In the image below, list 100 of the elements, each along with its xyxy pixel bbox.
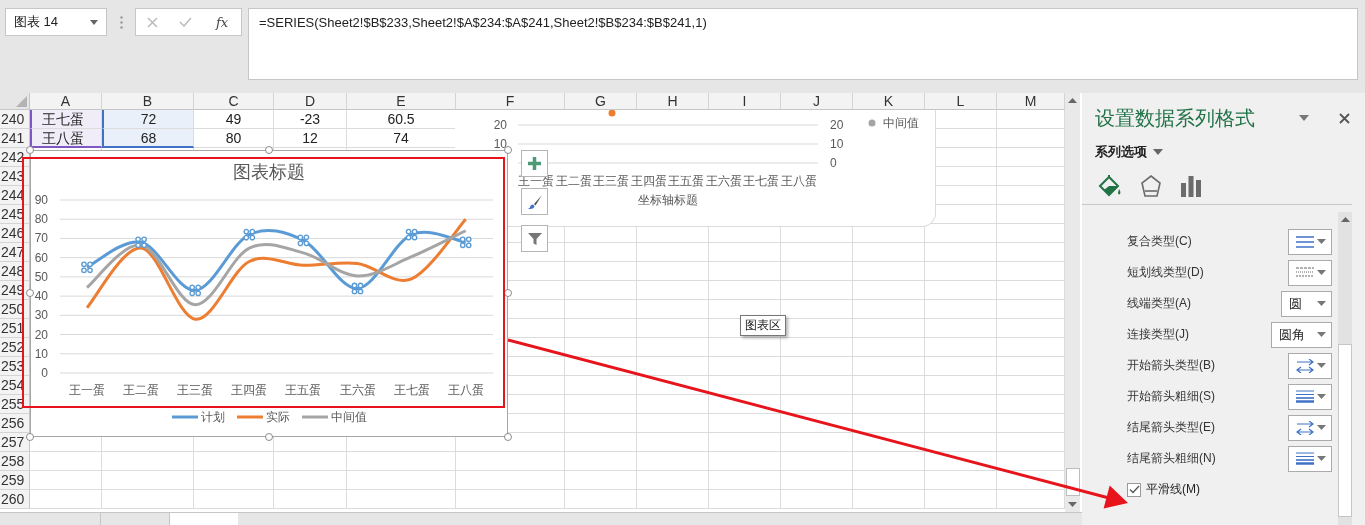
caret-icon[interactable]: [1153, 149, 1163, 155]
caret-icon: [1317, 456, 1326, 461]
option-dropdown[interactable]: 圆角: [1271, 321, 1332, 348]
format-tab[interactable]: [1098, 173, 1122, 199]
pane-title: 设置数据系列格式: [1095, 105, 1256, 131]
more-icon[interactable]: [120, 16, 123, 29]
point-marker[interactable]: [405, 228, 418, 241]
row-header[interactable]: 242: [0, 148, 30, 167]
axis-label: 90: [34, 193, 48, 207]
point-marker[interactable]: [297, 234, 310, 247]
format-tab[interactable]: [1140, 173, 1162, 199]
row-header[interactable]: 256: [0, 414, 30, 433]
row-header[interactable]: 240: [0, 110, 30, 129]
table-cell: 72: [102, 110, 194, 129]
scroll-down-icon[interactable]: [1068, 502, 1077, 507]
column-header[interactable]: E: [347, 93, 456, 110]
series-line[interactable]: [85, 229, 467, 307]
axis-label: 10: [34, 346, 48, 361]
resize-handle[interactable]: [504, 289, 512, 297]
option-dropdown[interactable]: [1288, 383, 1332, 410]
option-dropdown[interactable]: 圆: [1281, 290, 1332, 317]
table-cell: 王八蛋: [30, 129, 102, 148]
option-dropdown[interactable]: [1288, 414, 1332, 441]
column-header[interactable]: J: [781, 93, 853, 110]
category-label: 王八蛋: [447, 383, 484, 397]
point-marker[interactable]: [351, 282, 364, 295]
row-header[interactable]: 259: [0, 471, 30, 490]
checkbox[interactable]: [1127, 482, 1141, 497]
category-label: 王三蛋: [177, 383, 214, 397]
arrows-icon: [1296, 420, 1314, 435]
table-cell: 80: [194, 129, 274, 148]
scroll-up-icon[interactable]: [1068, 98, 1077, 103]
option-dropdown[interactable]: [1288, 259, 1332, 286]
column-header[interactable]: I: [709, 93, 781, 110]
formula-bar[interactable]: =SERIES(Sheet2!$B$233,Sheet2!$A$234:$A$241,Sheet2!$B$234:$B$241,1): [248, 8, 1358, 80]
resize-handle[interactable]: [26, 146, 34, 154]
axis-title: 坐标轴标题: [638, 193, 698, 207]
column-header[interactable]: L: [925, 93, 997, 110]
point-marker[interactable]: [243, 228, 256, 241]
caret-icon: [1317, 239, 1326, 244]
series-line[interactable]: [85, 218, 467, 321]
point-marker[interactable]: [81, 261, 93, 274]
caret-icon[interactable]: [1299, 115, 1309, 121]
checkbox-label[interactable]: 平滑线(M): [1146, 481, 1200, 498]
series-line[interactable]: [86, 229, 467, 292]
option-label: 复合类型(C): [1127, 233, 1192, 250]
filter-icon: [526, 230, 543, 247]
name-box[interactable]: 图表 14: [5, 8, 107, 36]
row-header[interactable]: 241: [0, 129, 30, 148]
axis-label: 80: [34, 212, 48, 227]
check-icon[interactable]: [179, 17, 193, 27]
resize-handle[interactable]: [265, 433, 273, 441]
category-label: 王七蛋: [393, 383, 430, 397]
arrows-icon: [1296, 358, 1314, 373]
column-header[interactable]: C: [194, 93, 274, 110]
chart-styles-button[interactable]: [521, 188, 548, 215]
option-dropdown[interactable]: [1288, 352, 1332, 379]
column-header[interactable]: G: [565, 93, 637, 110]
plus-icon: [527, 156, 542, 171]
point-marker[interactable]: [135, 236, 147, 249]
line-weights-icon: [1296, 390, 1314, 403]
section-label[interactable]: 系列选项: [1095, 143, 1147, 161]
chart-area[interactable]: 图表标题 0 10 20 30 40 50 60 70 80 90 王一蛋 王二蛋 王三蛋 王四蛋 王五蛋 王六蛋 王七蛋 王八蛋 计划 实际 中间值: [30, 150, 508, 437]
point-marker[interactable]: [459, 236, 472, 249]
row-header[interactable]: 257: [0, 433, 30, 452]
column-header[interactable]: F: [456, 93, 565, 110]
close-icon[interactable]: [1339, 112, 1350, 124]
resize-handle[interactable]: [504, 146, 512, 154]
resize-handle[interactable]: [26, 289, 34, 297]
category-label: 王二蛋: [555, 175, 592, 187]
column-header[interactable]: K: [853, 93, 925, 110]
column-header[interactable]: B: [102, 93, 194, 110]
column-header[interactable]: D: [274, 93, 347, 110]
chart-filter-button[interactable]: [521, 225, 548, 252]
format-tab[interactable]: [1180, 173, 1202, 199]
option-dropdown[interactable]: [1288, 228, 1332, 255]
legend-marker-icon: [868, 119, 876, 127]
resize-handle[interactable]: [26, 433, 34, 441]
cancel-icon[interactable]: [146, 16, 158, 28]
axis-label: 20: [830, 118, 844, 132]
column-header[interactable]: M: [997, 93, 1065, 110]
insert-function-button[interactable]: fx: [214, 14, 231, 30]
select-all-icon[interactable]: [16, 96, 27, 107]
chart-elements-button[interactable]: [521, 150, 548, 177]
scrollbar-thumb[interactable]: [1338, 344, 1352, 517]
point-marker[interactable]: [189, 284, 202, 297]
resize-handle[interactable]: [265, 146, 273, 154]
column-header[interactable]: A: [30, 93, 102, 110]
resize-handle[interactable]: [504, 433, 512, 441]
option-dropdown[interactable]: [1288, 445, 1332, 472]
rotation-handle[interactable]: [608, 110, 616, 117]
axis-label: 0: [41, 366, 48, 380]
caret-icon: [1317, 363, 1326, 368]
row-header[interactable]: 260: [0, 490, 30, 509]
row-header[interactable]: 251: [0, 319, 30, 338]
option-label: 线端类型(A): [1127, 295, 1191, 312]
option-label: 连接类型(J): [1127, 326, 1189, 343]
row-header[interactable]: 258: [0, 452, 30, 471]
column-header[interactable]: H: [637, 93, 709, 110]
scroll-up-icon[interactable]: [1340, 217, 1350, 222]
